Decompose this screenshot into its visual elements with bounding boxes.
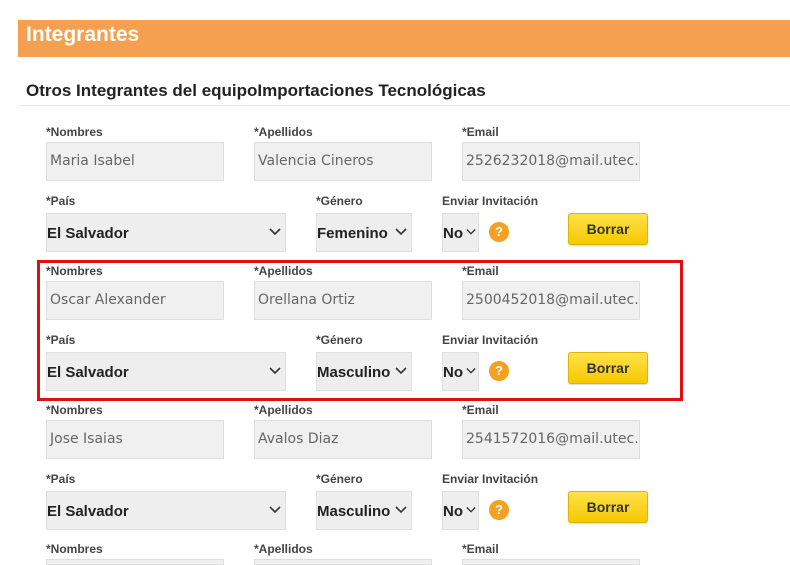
borrar-button[interactable]: Borrar [568, 491, 648, 523]
genero-select[interactable]: Femenino [316, 213, 412, 252]
nombres-field[interactable] [46, 559, 224, 565]
email-label: *Email [462, 403, 499, 417]
email-field[interactable] [462, 559, 640, 565]
apellidos-label: *Apellidos [254, 125, 313, 139]
section-title: Otros Integrantes del equipoImportacione… [26, 81, 486, 100]
invitacion-value: No [443, 225, 463, 242]
invitacion-label: Enviar Invitación [442, 194, 539, 208]
apellidos-field[interactable]: Avalos Diaz [254, 420, 432, 459]
nombres-label: *Nombres [46, 403, 103, 417]
member-row: *Nombres *Apellidos *Email [0, 540, 790, 565]
nombres-field[interactable]: Jose Isaias [46, 420, 224, 459]
invitacion-label: Enviar Invitación [442, 472, 539, 486]
genero-value: Femenino [317, 225, 388, 242]
chevron-down-icon [269, 228, 281, 236]
pais-select[interactable]: El Salvador [46, 213, 286, 252]
email-label: *Email [462, 542, 499, 556]
genero-label: *Género [316, 472, 363, 486]
apellidos-label: *Apellidos [254, 542, 313, 556]
help-icon[interactable]: ? [489, 500, 509, 520]
chevron-down-icon [466, 229, 476, 235]
highlight-box [37, 260, 683, 401]
email-label: *Email [462, 125, 499, 139]
apellidos-field[interactable] [254, 559, 432, 565]
chevron-down-icon [395, 506, 407, 514]
invitacion-select[interactable]: No [442, 491, 479, 530]
invitacion-select[interactable]: No [442, 213, 479, 252]
email-field[interactable]: 2526232018@mail.utec.edu.sv [462, 142, 640, 181]
nombres-label: *Nombres [46, 125, 103, 139]
page-title: Integrantes [26, 23, 140, 46]
nombres-label: *Nombres [46, 542, 103, 556]
chevron-down-icon [269, 506, 281, 514]
genero-label: *Género [316, 194, 363, 208]
pais-select[interactable]: El Salvador [46, 491, 286, 530]
member-row: *Nombres *Apellidos *Email Maria Isabel … [0, 123, 790, 262]
header-bar: Integrantes [18, 20, 790, 57]
chevron-down-icon [466, 507, 476, 513]
pais-value: El Salvador [47, 225, 129, 242]
genero-value: Masculino [317, 503, 391, 520]
pais-label: *País [46, 194, 76, 208]
apellidos-label: *Apellidos [254, 403, 313, 417]
borrar-button[interactable]: Borrar [568, 213, 648, 245]
help-icon[interactable]: ? [489, 222, 509, 242]
member-row: *Nombres *Apellidos *Email Jose Isaias A… [0, 401, 790, 540]
invitacion-value: No [443, 503, 463, 520]
divider [18, 105, 790, 106]
apellidos-field[interactable]: Valencia Cineros [254, 142, 432, 181]
email-field[interactable]: 2541572016@mail.utec.edu.sv [462, 420, 640, 459]
nombres-field[interactable]: Maria Isabel [46, 142, 224, 181]
genero-select[interactable]: Masculino [316, 491, 412, 530]
pais-value: El Salvador [47, 503, 129, 520]
chevron-down-icon [395, 228, 407, 236]
pais-label: *País [46, 472, 76, 486]
